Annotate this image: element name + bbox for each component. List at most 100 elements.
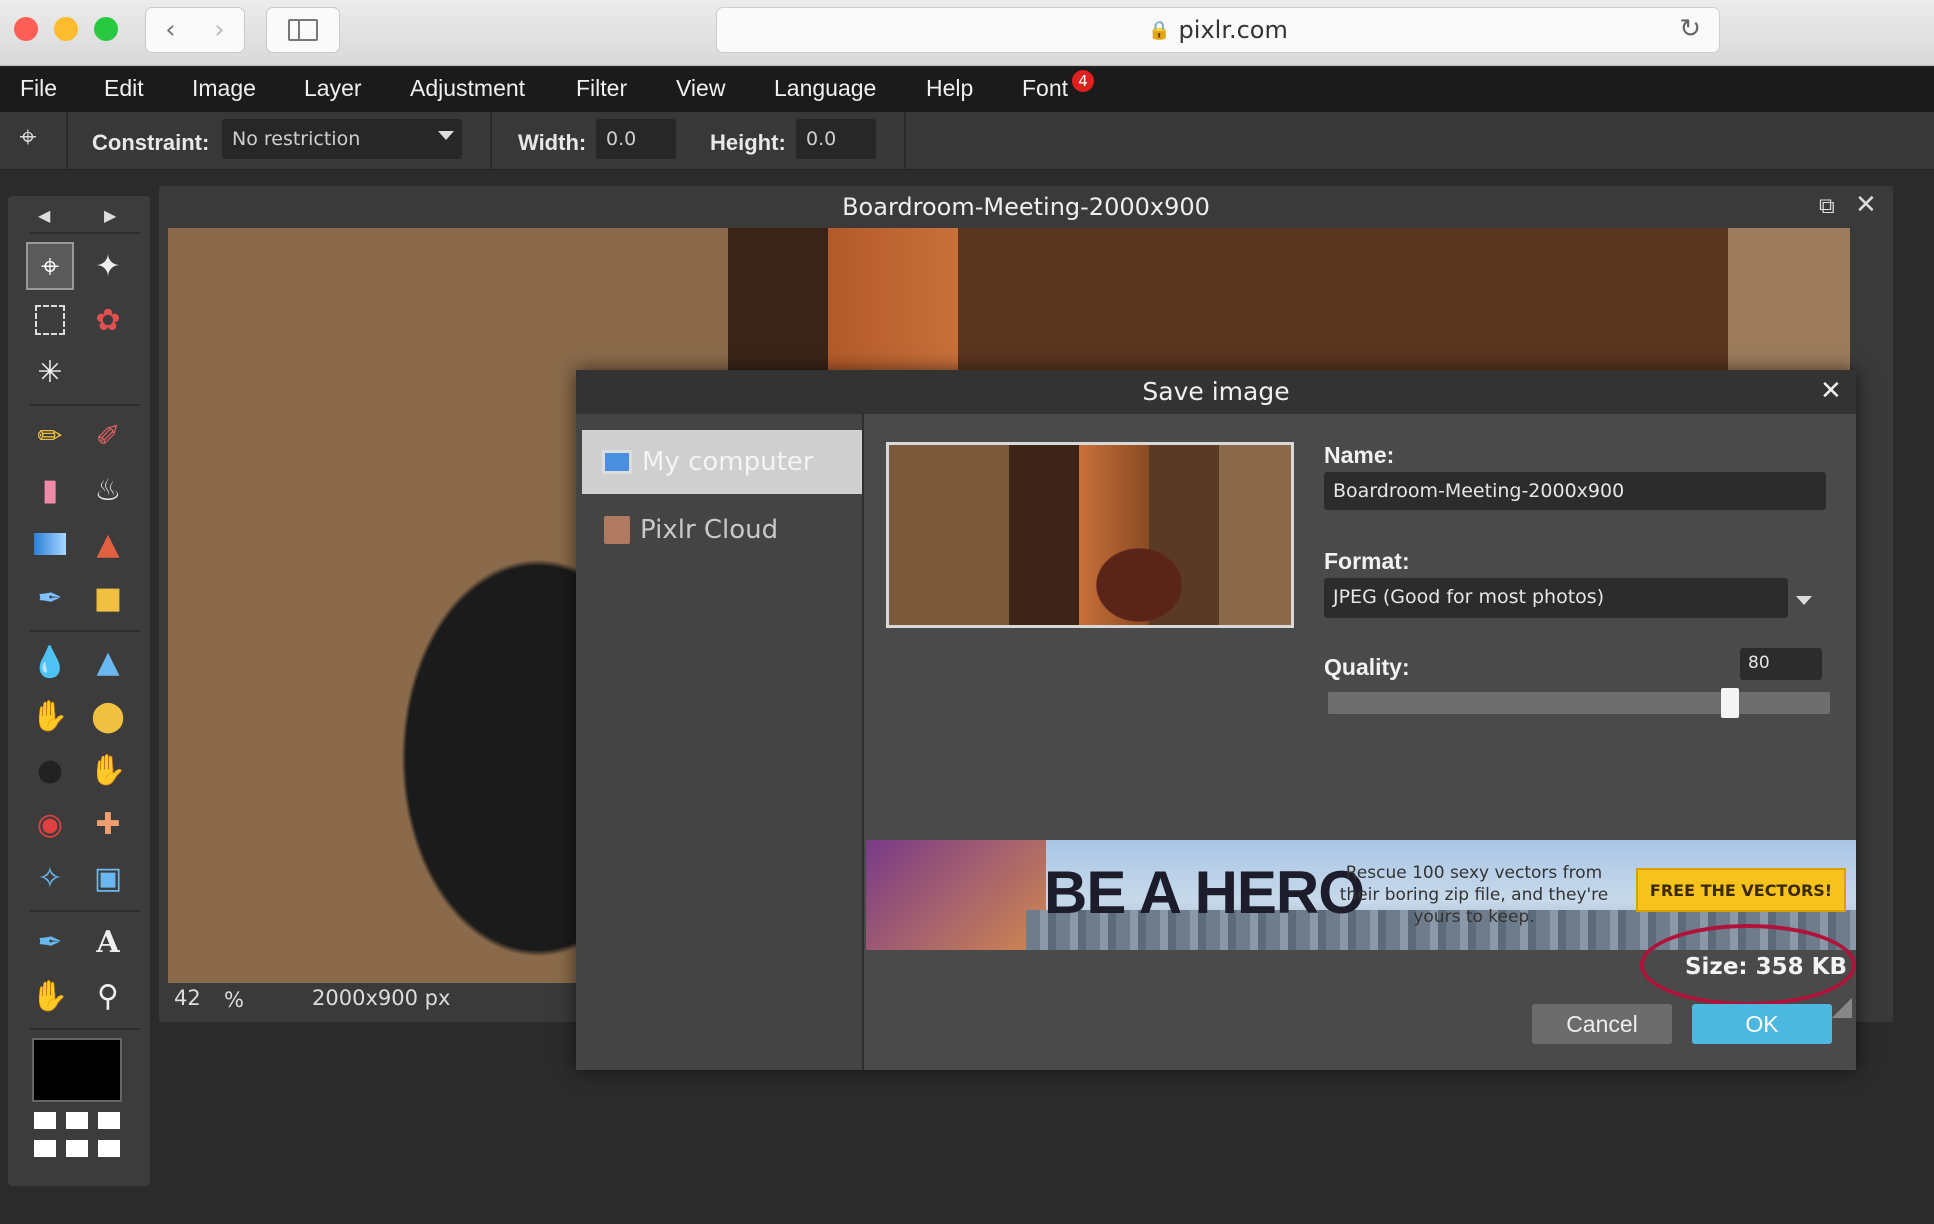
back-icon[interactable]: ‹ [146,15,195,45]
crop-options-icon: ⌖ [19,120,37,155]
resize-grip-icon[interactable] [1832,998,1852,1018]
quality-input[interactable]: 80 [1740,648,1822,680]
estimated-size-text: Size: 358 KB [1684,954,1847,980]
url-text: pixlr.com [1178,16,1288,44]
quality-slider-handle[interactable] [1720,688,1739,718]
foreground-color-swatch[interactable] [32,1038,122,1102]
format-select[interactable]: JPEG (Good for most photos) [1324,578,1788,618]
bloat-icon[interactable]: ✧ [26,854,74,902]
close-document-icon[interactable]: ✕ [1855,190,1877,220]
menu-filter[interactable]: Filter [576,75,627,102]
spot-heal-icon[interactable]: ✚ [84,800,132,848]
divider [30,1028,140,1030]
brush-icon[interactable]: ✐ [84,412,132,460]
name-input[interactable]: Boardroom-Meeting-2000x900 [1324,472,1826,510]
lock-icon: 🔒 [1148,19,1171,41]
quality-label: Quality: [1324,654,1410,680]
eraser-icon[interactable]: ▮ [26,466,74,514]
drawing-icon[interactable]: ■ [84,574,132,622]
location-pixlr-cloud[interactable]: Pixlr Cloud [582,498,862,562]
ad-cta-button[interactable]: FREE THE VECTORS! [1636,868,1846,912]
divider [66,112,68,170]
status-bar: 42 % 2000x900 px [168,984,578,1014]
menubar: File Edit Image Layer Adjustment Filter … [0,67,1934,112]
close-dialog-icon[interactable]: ✕ [1820,376,1842,406]
sidebar-icon [288,19,318,41]
divider [904,112,906,170]
menu-view[interactable]: View [676,75,725,102]
dodge-icon[interactable]: ✋ [84,746,132,794]
ad-copy: Rescue 100 sexy vectors from their borin… [1339,863,1609,927]
smudge-icon[interactable]: ✋ [26,692,74,740]
wand-icon[interactable]: ✳ [26,348,74,396]
picker-icon[interactable]: ✒ [26,918,74,966]
location-my-computer[interactable]: My computer [582,430,862,494]
crop-icon[interactable]: ⌖ [26,242,74,290]
location-label: My computer [642,447,814,477]
sidebar-toggle-button[interactable] [266,7,340,53]
restore-window-icon[interactable]: ⧉ [1819,194,1835,219]
minimize-window-button[interactable] [54,17,78,41]
bucket-icon[interactable]: ♨ [84,466,132,514]
height-input[interactable]: 0.0 [796,119,876,159]
chevron-down-icon[interactable] [1796,596,1812,605]
blur-icon[interactable]: 💧 [26,638,74,686]
zoom-icon[interactable]: ⚲ [84,972,132,1020]
width-label: Width: [518,130,587,155]
menu-font[interactable]: Font [1022,75,1068,102]
color-replace-icon[interactable]: ✒ [26,574,74,622]
divider [30,910,140,912]
red-eye-icon[interactable]: ◉ [26,800,74,848]
browser-toolbar: ‹ › 🔒 pixlr.com ↻ [0,0,1934,66]
reload-icon[interactable]: ↻ [1679,14,1701,44]
ok-button[interactable]: OK [1692,1004,1832,1044]
quality-slider-track[interactable] [1328,692,1830,714]
tool-panel: ◀ ▶ ⌖ ✦ ✿ ✳ ✏ ✐ ▮ ♨ ▲ ✒ ■ 💧 ▲ ✋ ⬤ ● ✋ ◉ … [8,196,150,1186]
cancel-button[interactable]: Cancel [1532,1004,1672,1044]
zoom-window-button[interactable] [94,17,118,41]
address-bar[interactable]: 🔒 pixlr.com ↻ [716,7,1720,53]
type-icon[interactable]: A [84,918,132,966]
width-input[interactable]: 0.0 [596,119,676,159]
stamp-icon[interactable]: ▲ [84,520,132,568]
menu-edit[interactable]: Edit [104,75,144,102]
divider [30,630,140,632]
move-icon[interactable]: ✦ [84,242,132,290]
sharpen-icon[interactable]: ▲ [84,638,132,686]
cloud-drive-icon [604,516,630,544]
zoom-input[interactable]: 42 [174,986,201,1010]
document-title: Boardroom-Meeting-2000x900 [842,193,1210,221]
menu-image[interactable]: Image [192,75,256,102]
pencil-icon[interactable]: ✏ [26,412,74,460]
zoom-unit: % [224,988,244,1012]
menu-adjustment[interactable]: Adjustment [410,75,525,102]
height-label: Height: [710,130,786,155]
menu-layer[interactable]: Layer [304,75,362,102]
panel-right-arrow-icon[interactable]: ▶ [104,206,116,225]
pinch-icon[interactable]: ▣ [84,854,132,902]
save-location-list: My computer Pixlr Cloud [576,414,864,1070]
computer-icon [602,450,632,474]
ad-headline: BE A HERO [1044,859,1365,926]
hand-icon[interactable]: ✋ [26,972,74,1020]
font-notification-badge: 4 [1072,70,1094,92]
save-image-dialog: Save image ✕ My computer Pixlr Cloud Nam… [576,370,1856,1070]
divider [30,232,140,234]
sponge-icon[interactable]: ⬤ [84,692,132,740]
ad-illustration [866,840,1046,950]
close-window-button[interactable] [14,17,38,41]
burn-icon[interactable]: ● [26,746,74,794]
preview-thumbnail [886,442,1294,628]
menu-file[interactable]: File [20,75,57,102]
menu-help[interactable]: Help [926,75,973,102]
format-label: Format: [1324,548,1410,574]
panel-left-arrow-icon[interactable]: ◀ [38,206,50,225]
marquee-icon[interactable] [26,296,74,344]
swatch-grid[interactable] [34,1112,122,1166]
forward-icon[interactable]: › [195,15,244,45]
menu-language[interactable]: Language [774,75,876,102]
lasso-icon[interactable]: ✿ [84,296,132,344]
constraint-select[interactable]: No restriction [222,119,462,159]
gradient-icon[interactable] [26,520,74,568]
location-label: Pixlr Cloud [640,515,779,545]
